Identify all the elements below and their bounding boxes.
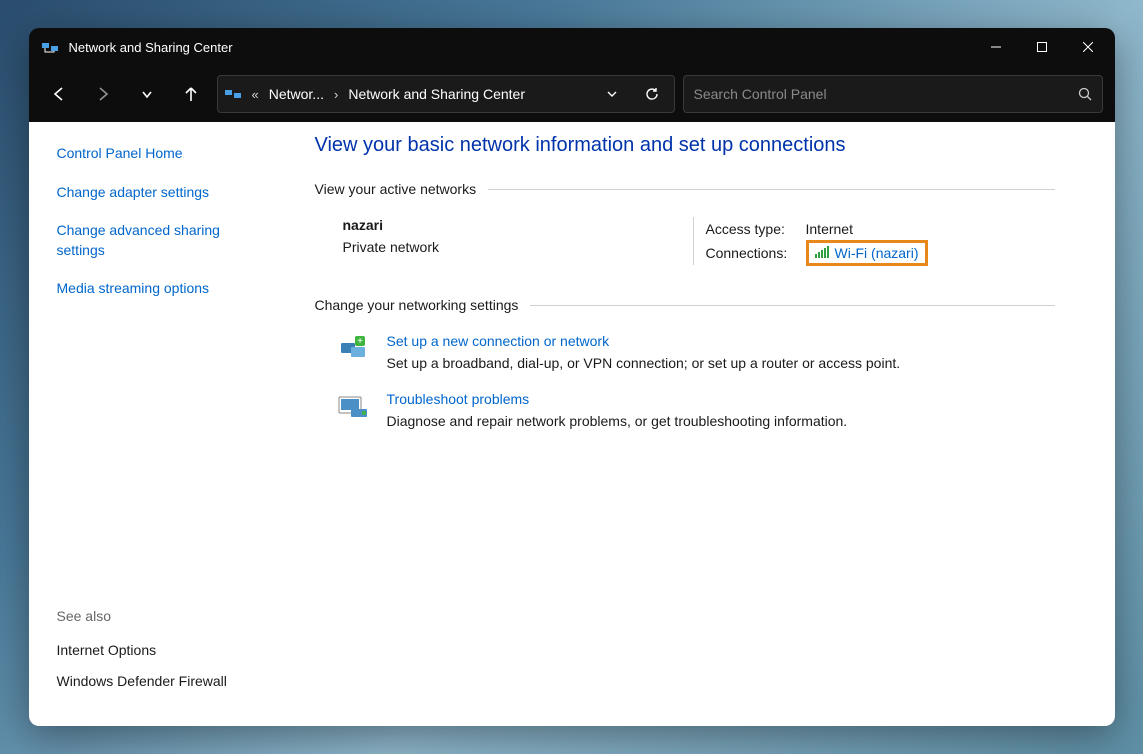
sidebar: Control Panel Home Change adapter settin… — [29, 122, 289, 726]
troubleshoot-task: Troubleshoot problems Diagnose and repai… — [315, 391, 1055, 429]
page-heading: View your basic network information and … — [315, 134, 1055, 157]
access-type-value: Internet — [806, 221, 853, 237]
maximize-button[interactable] — [1019, 31, 1065, 63]
search-input[interactable] — [694, 86, 1078, 102]
titlebar[interactable]: Network and Sharing Center — [29, 28, 1115, 66]
setup-connection-icon: + — [337, 333, 369, 365]
search-bar[interactable] — [683, 75, 1103, 113]
setup-connection-link[interactable]: Set up a new connection or network — [387, 333, 610, 349]
network-details: Access type: Internet Connections: Wi-Fi… — [693, 217, 928, 265]
signal-bars-icon — [815, 245, 829, 261]
internet-options-link[interactable]: Internet Options — [57, 642, 261, 658]
section-active-networks: View your active networks — [315, 181, 1055, 197]
minimize-button[interactable] — [973, 31, 1019, 63]
network-identity: nazari Private network — [343, 217, 693, 265]
defender-firewall-link[interactable]: Windows Defender Firewall — [57, 673, 261, 689]
forward-button[interactable] — [85, 76, 121, 112]
breadcrumb-item[interactable]: Networ... — [269, 86, 324, 102]
see-also-label: See also — [57, 608, 261, 624]
wifi-connection-link[interactable]: Wi-Fi (nazari) — [806, 240, 928, 266]
search-icon[interactable] — [1078, 87, 1092, 101]
troubleshoot-icon — [337, 391, 369, 423]
location-icon — [224, 85, 242, 103]
network-name: nazari — [343, 217, 693, 233]
refresh-button[interactable] — [636, 78, 668, 110]
network-type: Private network — [343, 239, 693, 255]
troubleshoot-link[interactable]: Troubleshoot problems — [387, 391, 530, 407]
navigation-row: « Networ... › Network and Sharing Center — [29, 66, 1115, 122]
setup-connection-task: + Set up a new connection or network Set… — [315, 333, 1055, 371]
breadcrumb-item[interactable]: Network and Sharing Center — [348, 86, 525, 102]
recent-locations-button[interactable] — [129, 76, 165, 112]
divider — [488, 189, 1054, 190]
chevron-right-icon: › — [330, 87, 342, 102]
active-network-block: nazari Private network Access type: Inte… — [315, 217, 1055, 265]
chevron-left-icon[interactable]: « — [248, 87, 263, 102]
address-bar[interactable]: « Networ... › Network and Sharing Center — [217, 75, 675, 113]
wifi-connection-label: Wi-Fi (nazari) — [835, 245, 919, 261]
access-type-label: Access type: — [706, 221, 806, 237]
connections-label: Connections: — [706, 245, 806, 261]
main-panel: View your basic network information and … — [289, 122, 1115, 726]
troubleshoot-desc: Diagnose and repair network problems, or… — [387, 413, 848, 429]
media-streaming-link[interactable]: Media streaming options — [57, 279, 261, 299]
control-panel-home-link[interactable]: Control Panel Home — [57, 144, 261, 164]
content-area: Control Panel Home Change adapter settin… — [29, 122, 1115, 726]
back-button[interactable] — [41, 76, 77, 112]
svg-text:+: + — [357, 336, 363, 347]
network-sharing-icon — [41, 38, 59, 56]
advanced-sharing-link[interactable]: Change advanced sharing settings — [57, 221, 261, 260]
section-label: View your active networks — [315, 181, 477, 197]
up-button[interactable] — [173, 76, 209, 112]
section-label: Change your networking settings — [315, 297, 519, 313]
divider — [530, 305, 1054, 306]
close-button[interactable] — [1065, 31, 1111, 63]
window: Network and Sharing Center — [29, 28, 1115, 726]
window-controls — [973, 31, 1111, 63]
address-dropdown-button[interactable] — [596, 78, 628, 110]
adapter-settings-link[interactable]: Change adapter settings — [57, 183, 261, 203]
setup-connection-desc: Set up a broadband, dial-up, or VPN conn… — [387, 355, 901, 371]
window-title: Network and Sharing Center — [69, 40, 973, 55]
section-change-settings: Change your networking settings — [315, 297, 1055, 313]
